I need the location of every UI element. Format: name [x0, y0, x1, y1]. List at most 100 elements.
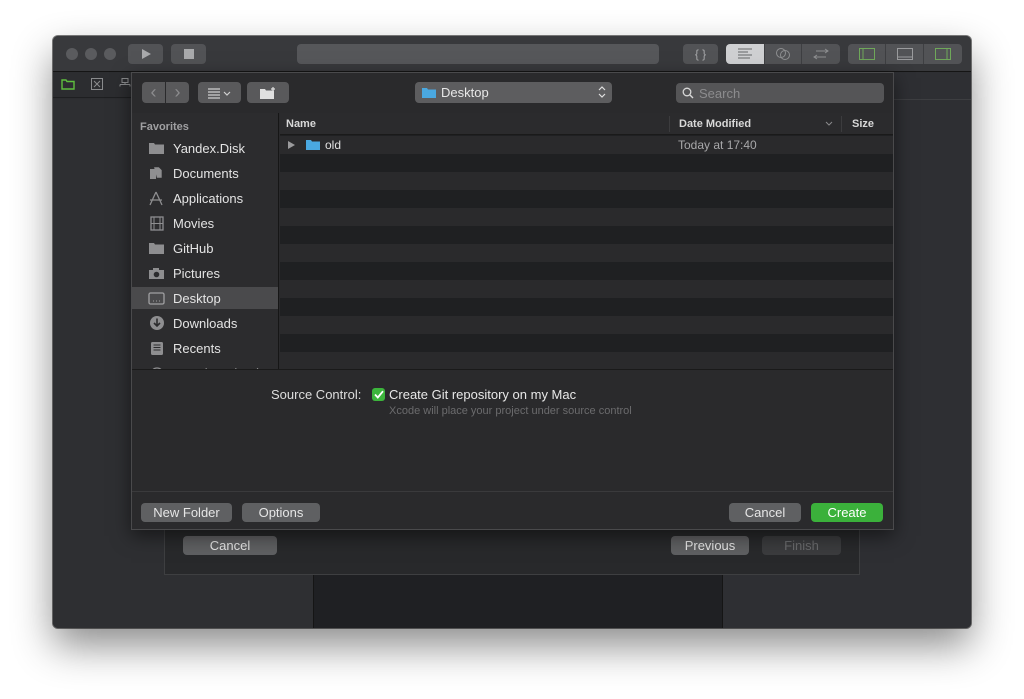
assistant-cancel-button[interactable]: Cancel — [183, 536, 277, 555]
close-window-button[interactable] — [66, 48, 78, 60]
search-icon — [682, 87, 694, 99]
search-input[interactable]: Search — [676, 83, 884, 103]
chevron-left-icon: ‹ — [150, 82, 157, 102]
sidebar-item-github[interactable]: GitHub — [132, 237, 278, 259]
folder-icon — [148, 141, 165, 155]
create-git-checkbox[interactable] — [372, 388, 385, 401]
desktop-icon — [148, 291, 165, 305]
debug-panel-button[interactable] — [886, 44, 924, 64]
date-column-header[interactable]: Date Modified — [679, 118, 751, 130]
debug-panel-icon — [896, 48, 913, 60]
options-button[interactable]: Options — [242, 503, 320, 522]
sidebar-item-desktop[interactable]: Desktop — [132, 287, 278, 309]
sidebar-item-label: Documents — [173, 165, 239, 181]
view-options-button[interactable] — [198, 82, 241, 103]
assistant-editor-icon — [776, 48, 790, 60]
standard-editor-button[interactable] — [726, 44, 765, 64]
sidebar-item-recents[interactable]: Recents — [132, 337, 278, 359]
sidebar-item-label: Downloads — [173, 315, 238, 331]
empty-row — [280, 172, 893, 190]
sidebar-item-label: Recents — [173, 340, 221, 356]
standard-editor-icon — [738, 48, 752, 59]
assistant-editor-button[interactable] — [765, 44, 802, 64]
search-placeholder: Search — [699, 85, 741, 101]
create-button[interactable]: Create — [811, 503, 883, 522]
sidebar: Favorites Yandex.Disk Documents Applicat… — [132, 113, 279, 369]
table-row[interactable]: old Today at 17:40 — [280, 136, 893, 154]
play-icon — [141, 49, 151, 59]
hierarchy-icon[interactable] — [118, 78, 132, 90]
run-button[interactable] — [128, 44, 163, 64]
save-panel: ‹ › Desktop Search Favorites Yandex.Disk… — [131, 72, 894, 530]
sidebar-item-label: GitHub — [173, 240, 214, 256]
location-label: Desktop — [441, 85, 489, 100]
empty-row — [280, 226, 893, 244]
sidebar-item-movies[interactable]: Movies — [132, 212, 278, 234]
finish-button[interactable]: Finish — [762, 536, 841, 555]
inspector-panel-button[interactable] — [924, 44, 962, 64]
source-control-options: Source Control: Create Git repository on… — [132, 369, 893, 491]
activity-viewer — [297, 44, 659, 64]
empty-row — [280, 208, 893, 226]
sidebar-item-creative-cloud[interactable]: Creative Cloud — [132, 362, 278, 369]
applications-icon — [148, 191, 165, 205]
stop-icon — [183, 49, 194, 59]
sidebar-item-label: Pictures — [173, 265, 220, 281]
folder-icon[interactable] — [61, 78, 75, 90]
xcode-toolbar: { } — [53, 36, 971, 72]
disclosure-triangle-icon[interactable] — [288, 141, 295, 149]
library-button[interactable]: { } — [683, 44, 718, 64]
folder-icon — [148, 241, 165, 255]
column-separator — [669, 116, 670, 132]
sidebar-item-applications[interactable]: Applications — [132, 187, 278, 209]
file-list: Name Date Modified Size old Today at 17:… — [280, 113, 893, 369]
location-popup[interactable]: Desktop — [415, 82, 612, 103]
library-icon: { } — [694, 47, 707, 61]
list-view-icon — [207, 87, 230, 99]
sidebar-item-yandex-disk[interactable]: Yandex.Disk — [132, 137, 278, 159]
name-column-header[interactable]: Name — [286, 118, 316, 130]
minimize-window-button[interactable] — [85, 48, 97, 60]
back-button[interactable]: ‹ — [142, 82, 165, 103]
forward-button[interactable]: › — [166, 82, 189, 103]
folder-icon — [422, 88, 436, 98]
zoom-window-button[interactable] — [104, 48, 116, 60]
sidebar-item-label: Desktop — [173, 290, 221, 306]
save-panel-footer: New Folder Options Cancel Create — [132, 491, 893, 529]
new-folder-toolbar-button[interactable] — [247, 82, 289, 103]
sidebar-item-label: Yandex.Disk — [173, 140, 246, 156]
previous-button[interactable]: Previous — [671, 536, 749, 555]
empty-row — [280, 352, 893, 369]
panels-segmented — [848, 44, 962, 64]
empty-row — [280, 316, 893, 334]
empty-row — [280, 190, 893, 208]
navigator-panel-icon — [858, 48, 875, 60]
sidebar-item-documents[interactable]: Documents — [132, 162, 278, 184]
empty-row — [280, 334, 893, 352]
empty-row — [280, 154, 893, 172]
empty-row — [280, 280, 893, 298]
save-panel-toolbar: ‹ › Desktop Search — [132, 73, 893, 113]
create-git-label[interactable]: Create Git repository on my Mac — [389, 387, 576, 402]
sidebar-item-label: Movies — [173, 215, 215, 231]
empty-row — [280, 244, 893, 262]
file-date: Today at 17:40 — [678, 138, 757, 152]
chevron-right-icon: › — [174, 82, 181, 102]
sidebar-item-pictures[interactable]: Pictures — [132, 262, 278, 284]
size-column-header[interactable]: Size — [852, 118, 874, 130]
version-editor-button[interactable] — [802, 44, 840, 64]
source-control-icon[interactable] — [90, 78, 104, 90]
documents-icon — [148, 166, 165, 180]
file-list-header: Name Date Modified Size — [280, 113, 893, 135]
empty-row — [280, 262, 893, 280]
source-control-hint: Xcode will place your project under sour… — [389, 405, 632, 417]
stop-button[interactable] — [171, 44, 206, 64]
source-control-label: Source Control: — [271, 387, 362, 402]
version-editor-icon — [813, 48, 829, 60]
empty-row — [280, 298, 893, 316]
cancel-button[interactable]: Cancel — [729, 503, 801, 522]
sidebar-item-downloads[interactable]: Downloads — [132, 312, 278, 334]
navigator-panel-button[interactable] — [848, 44, 886, 64]
new-folder-button[interactable]: New Folder — [141, 503, 232, 522]
download-icon — [148, 316, 165, 330]
